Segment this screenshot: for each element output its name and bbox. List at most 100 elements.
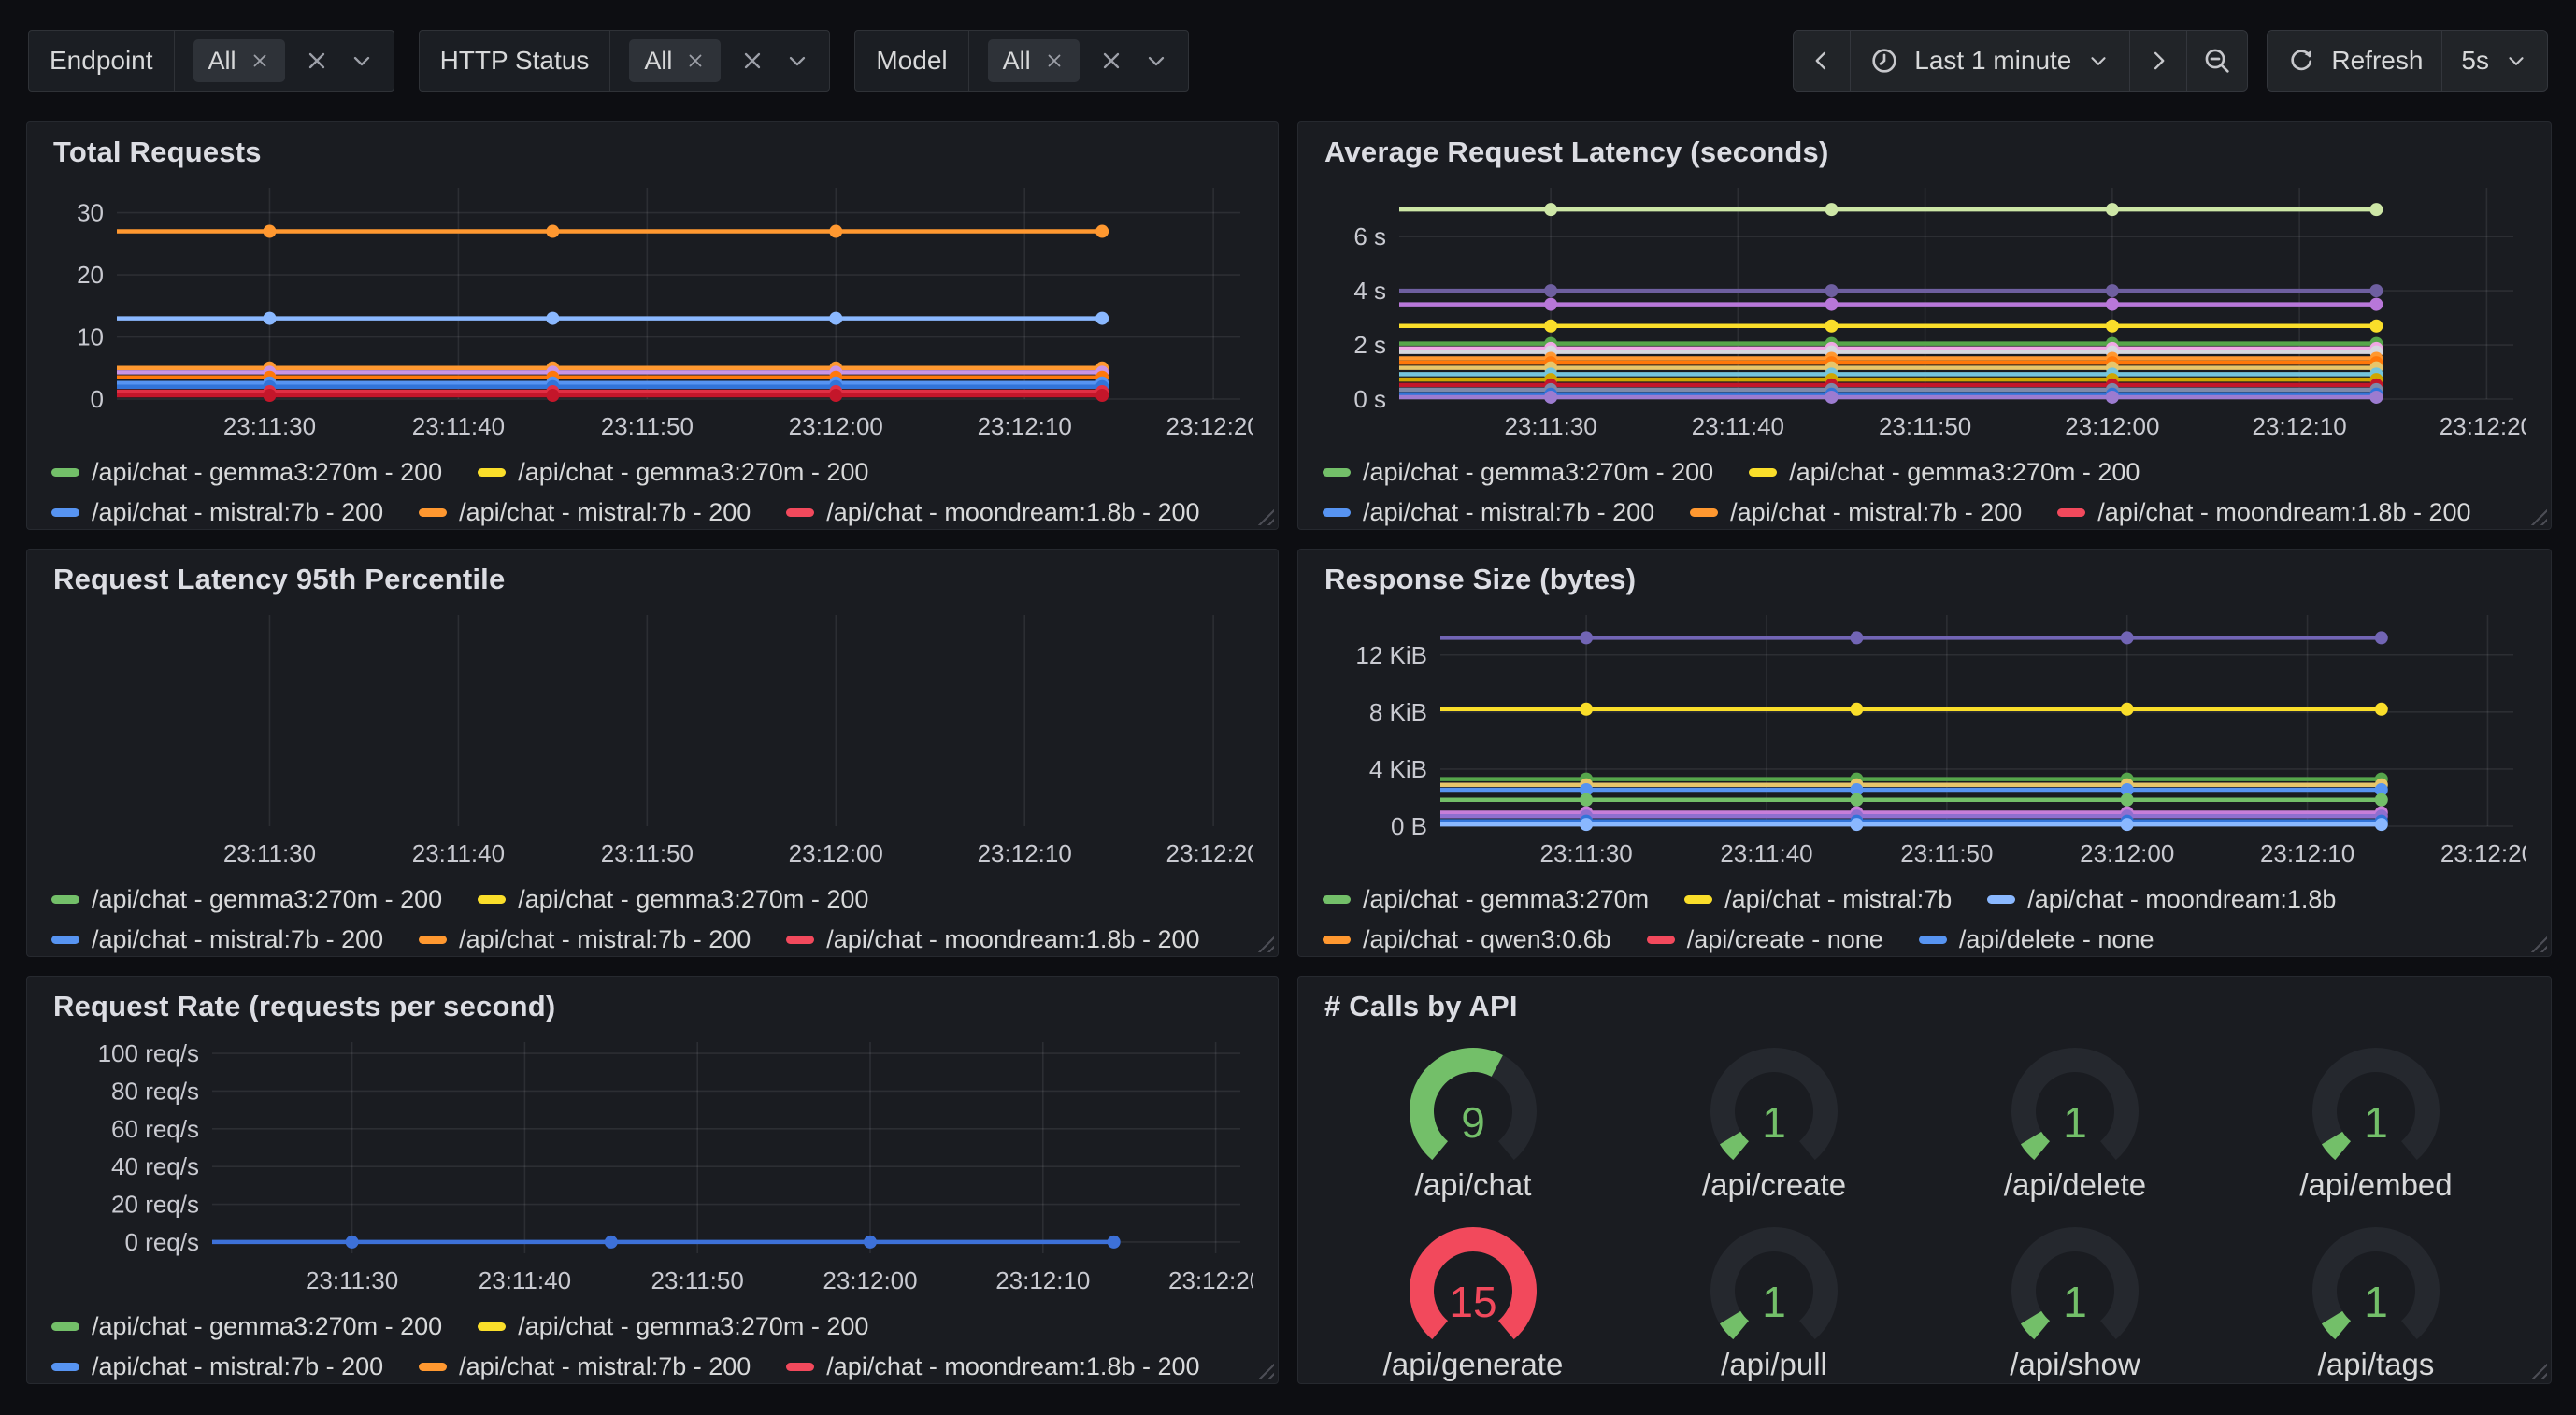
svg-text:23:11:50: 23:11:50 [601, 839, 694, 867]
legend-label: /api/chat - gemma3:270m [1363, 885, 1649, 914]
legend-item[interactable]: /api/chat - mistral:7b - 200 [1690, 498, 2022, 527]
legend-item[interactable]: /api/chat - mistral:7b - 200 [419, 498, 751, 527]
filter-model-chip[interactable]: All [988, 39, 1080, 82]
legend-swatch [786, 1363, 814, 1371]
panel-resize-handle[interactable] [1253, 932, 1274, 952]
legend-item[interactable]: /api/chat - gemma3:270m - 200 [478, 458, 868, 487]
legend-label: /api/create - none [1687, 925, 1883, 954]
legend-item[interactable]: /api/chat - moondream:1.8b [1987, 885, 2336, 914]
legend-item[interactable]: /api/chat - gemma3:270m - 200 [51, 885, 442, 914]
svg-text:10: 10 [77, 323, 104, 351]
svg-text:23:11:50: 23:11:50 [1900, 839, 1993, 867]
time-range-picker-button[interactable]: Last 1 minute [1851, 31, 2130, 91]
legend-swatch [1323, 468, 1351, 477]
panel-resize-handle[interactable] [2526, 1359, 2547, 1379]
svg-text:23:12:10: 23:12:10 [2253, 412, 2347, 440]
legend-item[interactable]: /api/chat - gemma3:270m - 200 [51, 458, 442, 487]
legend-row: /api/chat - mistral:7b - 200/api/chat - … [51, 1352, 1253, 1381]
legend-item[interactable]: /api/chat - gemma3:270m [1323, 885, 1649, 914]
zoom-out-time-button[interactable] [2187, 31, 2247, 91]
legend-item[interactable]: /api/chat - moondream:1.8b - 200 [786, 1352, 1199, 1381]
time-shift-back-button[interactable] [1794, 31, 1851, 91]
clear-icon[interactable] [304, 48, 330, 74]
svg-text:9: 9 [1461, 1098, 1485, 1147]
request-rate-chart[interactable]: 0 req/s20 req/s40 req/s60 req/s80 req/s1… [51, 1027, 1253, 1305]
legend-item[interactable]: /api/chat - mistral:7b - 200 [51, 1352, 383, 1381]
filter-endpoint-chip[interactable]: All [193, 39, 285, 82]
close-icon[interactable] [1044, 50, 1065, 71]
panel-request-rate: Request Rate (requests per second) 0 req… [26, 976, 1279, 1384]
svg-text:23:11:50: 23:11:50 [601, 412, 694, 440]
svg-text:30: 30 [77, 199, 104, 227]
panel-title: # Calls by API [1324, 990, 2526, 1023]
legend-item[interactable]: /api/chat - mistral:7b - 200 [419, 925, 751, 954]
legend-label: /api/chat - mistral:7b - 200 [459, 498, 751, 527]
legend-item[interactable]: /api/chat - mistral:7b - 200 [1323, 498, 1654, 527]
refresh-interval-button[interactable]: 5s [2442, 31, 2547, 91]
legend-item[interactable]: /api/chat - mistral:7b - 200 [419, 1352, 751, 1381]
filter-model-value[interactable]: All [969, 31, 1188, 91]
legend-item[interactable]: /api/chat - mistral:7b - 200 [51, 925, 383, 954]
close-icon[interactable] [250, 50, 270, 71]
response-size-chart[interactable]: 0 B4 KiB8 KiB12 KiB23:11:3023:11:4023:11… [1323, 600, 2526, 878]
legend-label: /api/chat - gemma3:270m - 200 [92, 885, 442, 914]
legend-item[interactable]: /api/chat - moondream:1.8b - 200 [786, 925, 1199, 954]
filter-endpoint-value[interactable]: All [175, 31, 394, 91]
panel-resize-handle[interactable] [2526, 932, 2547, 952]
legend-row: /api/chat - mistral:7b - 200/api/chat - … [51, 925, 1253, 954]
legend-item[interactable]: /api/chat - gemma3:270m - 200 [51, 1312, 442, 1341]
close-icon[interactable] [685, 50, 706, 71]
legend-item[interactable]: /api/chat - qwen3:0.6b [1323, 925, 1611, 954]
filter-http-status-value[interactable]: All [610, 31, 829, 91]
legend-item[interactable]: /api/chat - gemma3:270m - 200 [478, 1312, 868, 1341]
time-shift-forward-button[interactable] [2130, 31, 2187, 91]
chevron-down-icon[interactable] [349, 48, 375, 74]
legend-item[interactable]: /api/chat - mistral:7b [1684, 885, 1952, 914]
svg-text:23:11:50: 23:11:50 [651, 1266, 744, 1294]
gauge-label: /api/show [2010, 1347, 2140, 1382]
chevron-down-icon[interactable] [1143, 48, 1169, 74]
legend-item[interactable]: /api/chat - gemma3:270m - 200 [1749, 458, 2140, 487]
panel-resize-handle[interactable] [1253, 1359, 1274, 1379]
clear-icon[interactable] [1098, 48, 1124, 74]
request-latency-95th-chart[interactable]: 23:11:3023:11:4023:11:5023:12:0023:12:10… [51, 600, 1253, 878]
legend-item[interactable]: /api/create - none [1647, 925, 1883, 954]
legend-swatch [1684, 895, 1712, 904]
svg-text:15: 15 [1449, 1278, 1496, 1326]
svg-text:2 s: 2 s [1353, 331, 1386, 359]
refresh-interval-label: 5s [2461, 46, 2489, 76]
legend-item[interactable]: /api/delete - none [1919, 925, 2154, 954]
refresh-button[interactable]: Refresh [2268, 31, 2442, 91]
legend-item[interactable]: /api/chat - mistral:7b - 200 [51, 498, 383, 527]
filter-bar: Endpoint All HTTP Status All [28, 30, 1189, 92]
gauge-api-generate: 15/api/generate [1323, 1218, 1624, 1382]
legend-swatch [786, 936, 814, 944]
legend-swatch [478, 1322, 506, 1331]
filter-http-status-chip[interactable]: All [629, 39, 721, 82]
legend-label: /api/chat - moondream:1.8b - 200 [2097, 498, 2470, 527]
clear-icon[interactable] [739, 48, 766, 74]
legend-row: /api/chat - gemma3:270m - 200/api/chat -… [51, 1312, 1253, 1341]
legend-item[interactable]: /api/chat - gemma3:270m - 200 [1323, 458, 1713, 487]
panel-request-latency-95th: Request Latency 95th Percentile 23:11:30… [26, 549, 1279, 957]
total-requests-chart[interactable]: 010203023:11:3023:11:4023:11:5023:12:002… [51, 173, 1253, 450]
legend-label: /api/chat - mistral:7b - 200 [92, 498, 383, 527]
svg-text:23:11:30: 23:11:30 [223, 839, 316, 867]
panel-resize-handle[interactable] [1253, 505, 1274, 525]
legend-swatch [51, 468, 79, 477]
legend-row: /api/chat - qwen3:0.6b/api/create - none… [1323, 925, 2526, 954]
chevron-down-icon[interactable] [784, 48, 810, 74]
panel-resize-handle[interactable] [2526, 505, 2547, 525]
svg-text:23:11:50: 23:11:50 [1879, 412, 1971, 440]
svg-text:12 KiB: 12 KiB [1355, 641, 1427, 669]
average-request-latency-chart[interactable]: 0 s2 s4 s6 s23:11:3023:11:4023:11:5023:1… [1323, 173, 2526, 450]
legend-item[interactable]: /api/chat - moondream:1.8b - 200 [786, 498, 1199, 527]
request-rate-legend: /api/chat - gemma3:270m - 200/api/chat -… [51, 1312, 1253, 1381]
legend-swatch [1690, 508, 1718, 517]
svg-text:1: 1 [2063, 1278, 2087, 1326]
chevron-down-icon [2086, 49, 2111, 73]
legend-item[interactable]: /api/chat - gemma3:270m - 200 [478, 885, 868, 914]
legend-item[interactable]: /api/chat - moondream:1.8b - 200 [2057, 498, 2470, 527]
filter-endpoint-chip-text: All [208, 47, 236, 76]
svg-text:100 req/s: 100 req/s [98, 1039, 199, 1067]
